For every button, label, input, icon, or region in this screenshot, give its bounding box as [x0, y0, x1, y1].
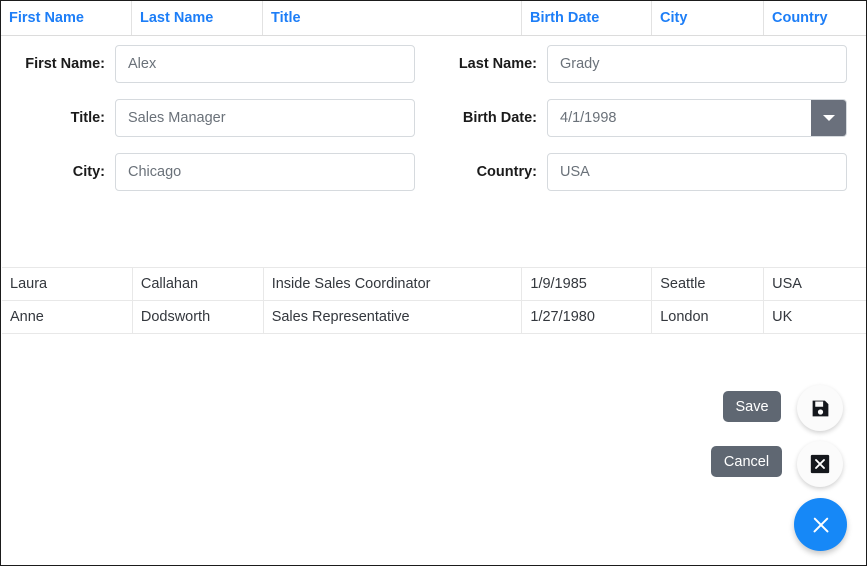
title-input[interactable]: Sales Manager	[115, 99, 415, 137]
country-label: Country:	[434, 164, 547, 180]
floppy-disk-icon	[810, 398, 831, 419]
cell-title: Inside Sales Coordinator	[264, 268, 523, 300]
column-header-label: City	[660, 10, 687, 26]
last-name-label: Last Name:	[434, 56, 547, 72]
form-row-title-birthdate: Title: Sales Manager Birth Date: 4/1/199…	[2, 91, 866, 145]
field-title: Title: Sales Manager	[2, 99, 434, 137]
close-icon	[811, 515, 831, 535]
save-button[interactable]	[797, 385, 843, 431]
field-last-name: Last Name: Grady	[434, 45, 866, 83]
chevron-down-icon	[823, 115, 835, 121]
column-header-label: First Name	[9, 10, 84, 26]
cell-birth-date: 1/27/1980	[522, 301, 652, 333]
cancel-tooltip: Cancel	[711, 446, 782, 477]
birth-date-dropdown-button[interactable]	[811, 100, 846, 136]
data-grid-widget: First Name Last Name Title Birth Date Ci…	[0, 0, 867, 566]
title-label: Title:	[2, 110, 115, 126]
cell-title: Sales Representative	[264, 301, 523, 333]
column-header-last-name[interactable]: Last Name	[132, 1, 263, 35]
city-input[interactable]: Chicago	[115, 153, 415, 191]
save-tooltip: Save	[723, 391, 781, 422]
field-country: Country: USA	[434, 153, 866, 191]
country-input[interactable]: USA	[547, 153, 847, 191]
cell-city: London	[652, 301, 764, 333]
cancel-button[interactable]	[797, 441, 843, 487]
field-city: City: Chicago	[2, 153, 434, 191]
first-name-label: First Name:	[2, 56, 115, 72]
cell-last-name: Dodsworth	[133, 301, 264, 333]
birth-date-label: Birth Date:	[434, 110, 547, 126]
cell-birth-date: 1/9/1985	[522, 268, 652, 300]
cell-city: Seattle	[652, 268, 764, 300]
birth-date-datepicker: 4/1/1998	[547, 99, 847, 137]
column-header-label: Country	[772, 10, 828, 26]
column-header-label: Birth Date	[530, 10, 599, 26]
birth-date-input[interactable]: 4/1/1998	[547, 99, 847, 137]
field-birth-date: Birth Date: 4/1/1998	[434, 99, 866, 137]
window-close-icon	[810, 454, 830, 474]
edit-form-panel: First Name: Alex Last Name: Grady Title:…	[2, 37, 866, 267]
column-header-birth-date[interactable]: Birth Date	[522, 1, 652, 35]
cell-first-name: Anne	[2, 301, 133, 333]
form-row-city-country: City: Chicago Country: USA	[2, 145, 866, 199]
first-name-input[interactable]: Alex	[115, 45, 415, 83]
city-label: City:	[2, 164, 115, 180]
column-header-label: Last Name	[140, 10, 213, 26]
table-row[interactable]: Laura Callahan Inside Sales Coordinator …	[2, 268, 866, 301]
form-row-name: First Name: Alex Last Name: Grady	[2, 37, 866, 91]
column-header-city[interactable]: City	[652, 1, 764, 35]
column-header-country[interactable]: Country	[764, 1, 866, 35]
cell-first-name: Laura	[2, 268, 133, 300]
grid-header-row: First Name Last Name Title Birth Date Ci…	[1, 1, 866, 36]
last-name-input[interactable]: Grady	[547, 45, 847, 83]
column-header-label: Title	[271, 10, 301, 26]
speed-dial-main-button[interactable]	[794, 498, 847, 551]
table-row[interactable]: Anne Dodsworth Sales Representative 1/27…	[2, 301, 866, 334]
cell-country: USA	[764, 268, 866, 300]
column-header-first-name[interactable]: First Name	[1, 1, 132, 35]
cell-country: UK	[764, 301, 866, 333]
field-first-name: First Name: Alex	[2, 45, 434, 83]
cell-last-name: Callahan	[133, 268, 264, 300]
column-header-title[interactable]: Title	[263, 1, 522, 35]
